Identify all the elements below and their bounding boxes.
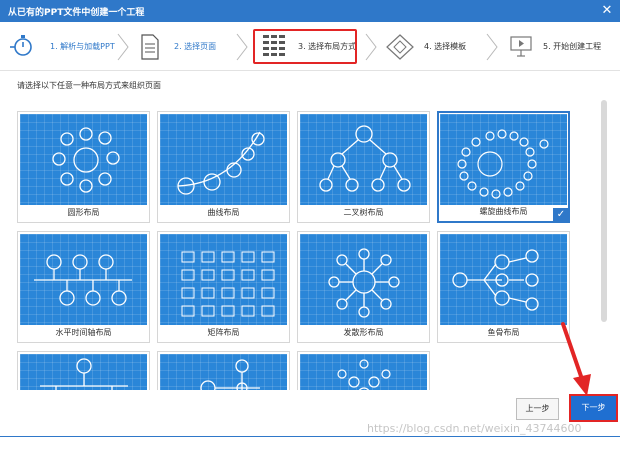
layout-thumbnail bbox=[440, 234, 567, 325]
next-button[interactable]: 下一步 bbox=[569, 394, 618, 422]
bottom-border bbox=[0, 436, 620, 437]
layout-thumbnail bbox=[20, 354, 147, 390]
layout-card-org-partial[interactable] bbox=[157, 351, 290, 390]
chevron-right-icon bbox=[236, 33, 248, 61]
layout-card-binary-tree[interactable]: 二叉树布局 bbox=[297, 111, 430, 223]
current-step-highlight bbox=[253, 29, 357, 64]
layout-card-tree-partial[interactable] bbox=[17, 351, 150, 390]
layout-card-radial[interactable]: 发散形布局 bbox=[297, 231, 430, 343]
presentation-icon bbox=[510, 36, 532, 57]
step-5-label: 5. 开始创建工程 bbox=[543, 42, 602, 51]
annotation-arrow bbox=[561, 322, 591, 396]
layout-label: 水平时间轴布局 bbox=[55, 328, 112, 337]
layout-label: 圆形布局 bbox=[67, 208, 100, 217]
layout-label: 矩阵布局 bbox=[207, 328, 240, 337]
scrollbar[interactable] bbox=[601, 100, 607, 322]
layout-card-matrix[interactable]: 矩阵布局 bbox=[157, 231, 290, 343]
close-icon[interactable]: ✕ bbox=[598, 2, 616, 20]
layout-card-horizontal-timeline[interactable]: 水平时间轴布局 bbox=[17, 231, 150, 343]
step-2-label: 2. 选择页面 bbox=[174, 42, 217, 51]
layout-card-spiral[interactable]: 螺旋曲线布局 ✓ bbox=[437, 111, 570, 223]
instruction-text: 请选择以下任意一种布局方式来组织页面 bbox=[17, 81, 161, 90]
layout-thumbnail bbox=[20, 234, 147, 325]
layout-thumbnail bbox=[440, 114, 567, 205]
layout-thumbnail bbox=[160, 354, 287, 390]
layout-thumbnail bbox=[300, 234, 427, 325]
layout-card-circle[interactable]: 圆形布局 bbox=[17, 111, 150, 223]
layout-label: 曲线布局 bbox=[207, 208, 240, 217]
layout-thumbnail bbox=[300, 114, 427, 205]
window-title: 从已有的PPT文件中创建一个工程 bbox=[8, 8, 145, 18]
check-icon: ✓ bbox=[553, 208, 569, 222]
watermark: https://blog.csdn.net/weixin_43744600 bbox=[367, 422, 582, 435]
layout-label: 鱼骨布局 bbox=[487, 328, 520, 337]
document-icon bbox=[141, 34, 159, 60]
title-bar: 从已有的PPT文件中创建一个工程 ✕ bbox=[0, 0, 620, 22]
layout-thumbnail bbox=[300, 354, 427, 390]
layout-thumbnail bbox=[20, 114, 147, 205]
prev-button[interactable]: 上一步 bbox=[516, 398, 559, 420]
step-4-label: 4. 选择模板 bbox=[424, 42, 467, 51]
stopwatch-icon bbox=[10, 35, 32, 56]
layout-label: 螺旋曲线布局 bbox=[479, 207, 528, 216]
layout-grid: 圆形布局 曲线布局 二叉树布局 螺旋曲线布局 ✓ 水平时间轴布局 矩阵布局 发散… bbox=[16, 108, 591, 390]
chevron-right-icon bbox=[486, 33, 498, 61]
step-1-label: 1. 解析与加载PPT bbox=[50, 42, 115, 51]
layout-card-fishbone[interactable]: 鱼骨布局 bbox=[437, 231, 570, 343]
layout-label: 发散形布局 bbox=[343, 328, 384, 337]
chevron-right-icon bbox=[117, 33, 129, 61]
layout-card-curve[interactable]: 曲线布局 bbox=[157, 111, 290, 223]
diamond-icon bbox=[386, 34, 414, 60]
layout-thumbnail bbox=[160, 114, 287, 205]
layout-card-radial2-partial[interactable] bbox=[297, 351, 430, 390]
layout-label: 二叉树布局 bbox=[343, 208, 384, 217]
layout-thumbnail bbox=[160, 234, 287, 325]
chevron-right-icon bbox=[365, 33, 377, 61]
